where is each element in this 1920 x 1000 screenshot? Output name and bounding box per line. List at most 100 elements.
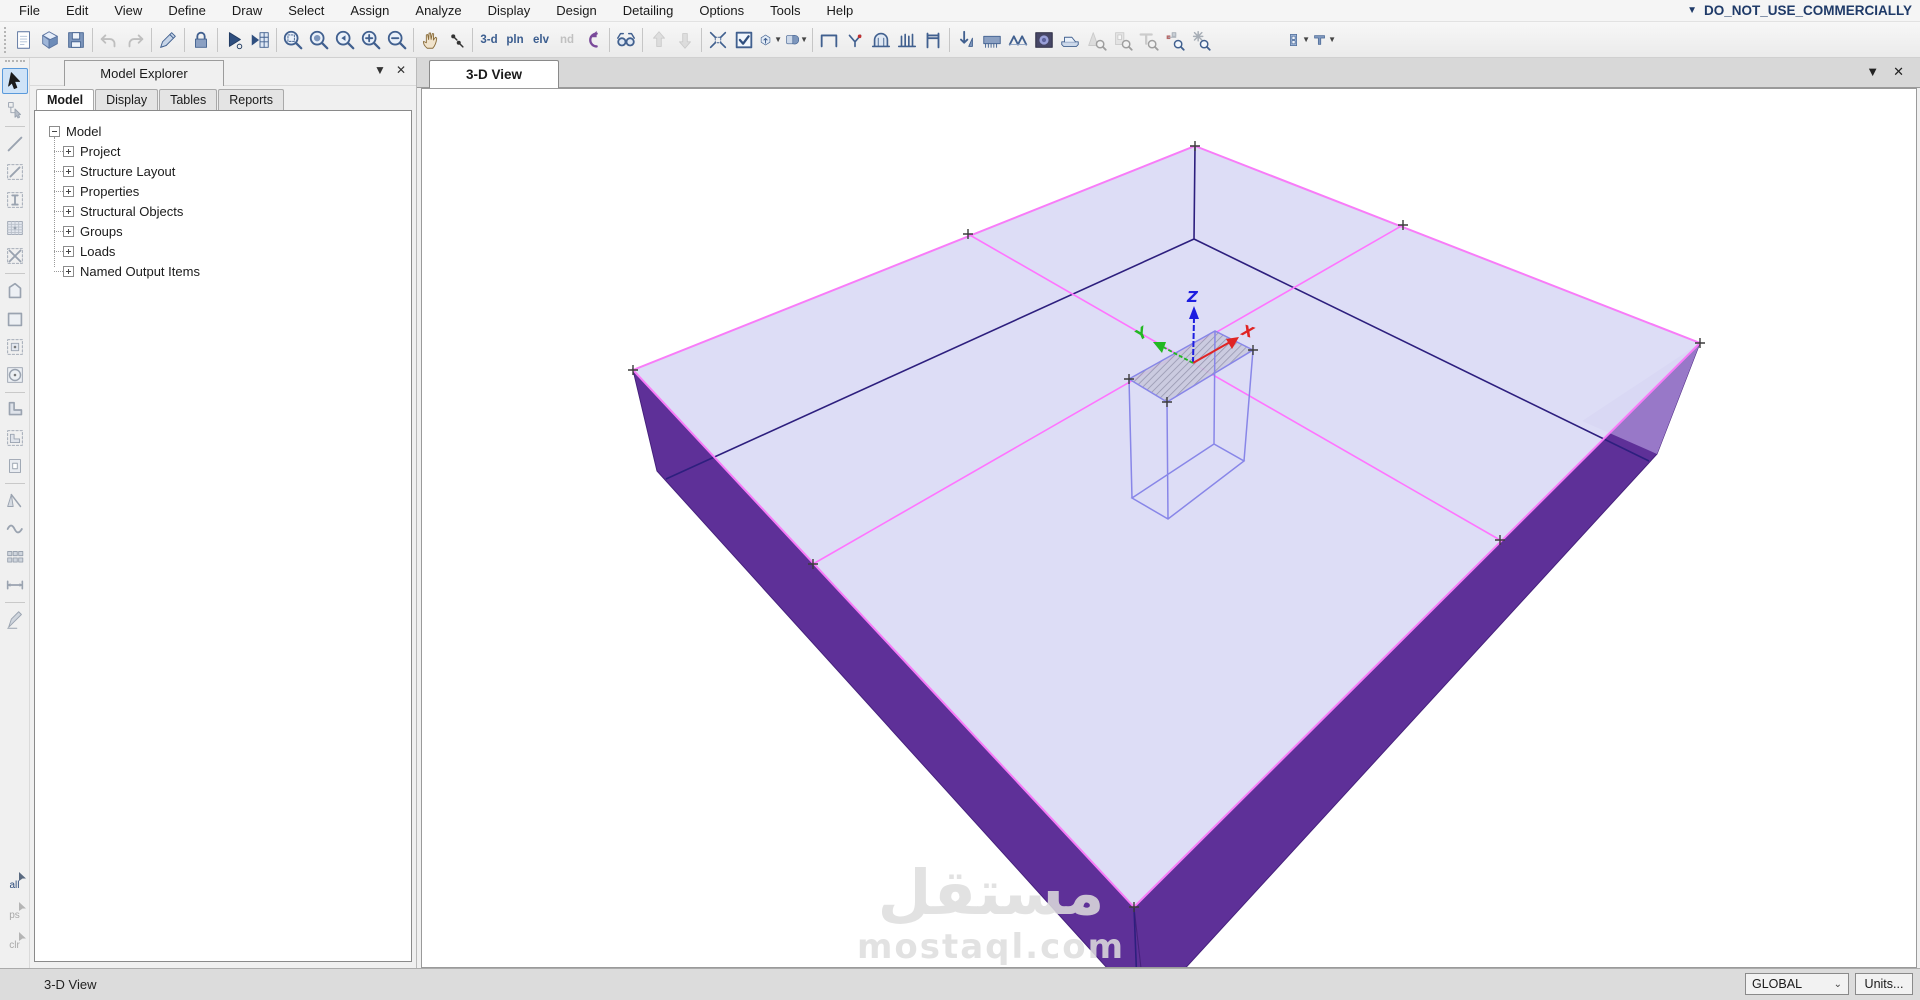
design-strip-layer-icon[interactable] [2,544,28,570]
tree-item-named-output-items[interactable]: Named Output Items [54,261,411,281]
quick-draw-line-icon[interactable] [2,159,28,185]
move-down-level-icon[interactable] [672,27,698,53]
run-analysis-icon[interactable] [221,27,247,53]
draw-tendon-icon[interactable] [2,488,28,514]
coordinate-system-select[interactable]: GLOBAL ⌄ [1745,973,1849,995]
pan-icon[interactable] [417,27,443,53]
object-view-options-icon[interactable]: ▼ [757,27,783,53]
draw-circular-area-icon[interactable] [2,362,28,388]
show-design-strips-icon[interactable] [979,27,1005,53]
zoom-in-icon[interactable] [358,27,384,53]
view-elevation-button[interactable]: elv [528,27,554,53]
object-shading-icon[interactable]: ▼ [783,27,809,53]
move-up-level-icon[interactable] [646,27,672,53]
find-joint-icon[interactable] [1161,27,1187,53]
show-punching-checks-icon[interactable] [894,27,920,53]
restore-full-view-icon[interactable] [306,27,332,53]
menu-analyze[interactable]: Analyze [402,0,474,21]
model-explorer-title-tab[interactable]: Model Explorer [64,60,224,86]
chevron-down-icon[interactable]: ▼ [1302,35,1310,44]
tree-item-structural-objects[interactable]: Structural Objects [54,201,411,221]
edit-pen-icon[interactable] [155,27,181,53]
expand-icon[interactable] [63,165,74,177]
draw-line-object-icon[interactable] [2,131,28,157]
panel-close-icon[interactable]: ✕ [396,63,406,77]
find-grid-intersection-icon[interactable] [1187,27,1213,53]
view-nd-button[interactable]: nd [554,27,580,53]
set-display-options-icon[interactable] [731,27,757,53]
shrink-objects-icon[interactable] [705,27,731,53]
view-plan-button[interactable]: pln [502,27,528,53]
find-design-strip-icon[interactable] [1135,27,1161,53]
save-model-icon[interactable] [63,27,89,53]
menu-draw[interactable]: Draw [219,0,275,21]
expand-icon[interactable] [63,265,74,277]
show-load-assigns-icon[interactable] [953,27,979,53]
quick-draw-area-icon[interactable] [2,334,28,360]
draw-curved-tendon-icon[interactable] [2,516,28,542]
menu-design[interactable]: Design [543,0,609,21]
menu-assign[interactable]: Assign [337,0,402,21]
menu-define[interactable]: Define [155,0,219,21]
find-tendon-icon[interactable] [1083,27,1109,53]
view-menu-icon[interactable]: ▼ [1866,64,1879,80]
explorer-tab-reports[interactable]: Reports [218,89,285,110]
undo-icon[interactable] [96,27,122,53]
column-view-options-icon[interactable]: ▼ [1285,27,1311,53]
rubber-band-zoom-icon[interactable] [280,27,306,53]
draw-frame-section-icon[interactable] [920,27,946,53]
quick-draw-beam-icon[interactable] [2,187,28,213]
show-strip-forces-icon[interactable] [868,27,894,53]
find-opening-icon[interactable] [1109,27,1135,53]
tree-root-model[interactable]: Model [49,121,411,141]
menu-options[interactable]: Options [686,0,757,21]
quick-draw-wall-icon[interactable] [2,425,28,451]
tree-item-structure-layout[interactable]: Structure Layout [54,161,411,181]
menu-view[interactable]: View [101,0,155,21]
draw-toolbar-grip[interactable] [4,60,25,65]
expand-icon[interactable] [63,185,74,197]
menu-file[interactable]: File [6,0,53,21]
view-close-icon[interactable]: ✕ [1893,64,1904,80]
lock-model-icon[interactable] [188,27,214,53]
draw-wall-icon[interactable] [2,397,28,423]
tab-3d-view[interactable]: 3-D View [429,60,559,88]
previous-zoom-icon[interactable] [332,27,358,53]
draw-point-support-icon[interactable] [842,27,868,53]
beam-view-options-icon[interactable]: ▼ [1311,27,1337,53]
redo-icon[interactable] [122,27,148,53]
object-visibility-icon[interactable] [613,27,639,53]
select-reshape-icon[interactable] [2,96,28,122]
chevron-down-icon[interactable]: ▼ [800,35,808,44]
expand-icon[interactable] [63,225,74,237]
rotate-3d-view-icon[interactable] [580,27,606,53]
select-all-button[interactable]: all [2,870,28,900]
explorer-tab-tables[interactable]: Tables [159,89,218,110]
explorer-tab-model[interactable]: Model [36,89,95,111]
draw-area-rect-icon[interactable] [2,306,28,332]
draw-dimension-line-icon[interactable] [2,572,28,598]
panel-menu-icon[interactable]: ▼ [374,63,386,77]
show-tendons-icon[interactable] [1005,27,1031,53]
snap-points-icon[interactable] [443,27,469,53]
draw-slab-rebar-icon[interactable] [2,607,28,633]
zoom-out-icon[interactable] [384,27,410,53]
tree-item-loads[interactable]: Loads [54,241,411,261]
chevron-down-icon[interactable]: ▼ [1328,35,1336,44]
menu-display[interactable]: Display [475,0,544,21]
units-button[interactable]: Units... [1855,973,1913,995]
tree-item-properties[interactable]: Properties [54,181,411,201]
explorer-tab-display[interactable]: Display [95,89,159,110]
collapse-icon[interactable] [49,125,60,137]
view-3d-button[interactable]: 3-d [476,27,502,53]
draw-wall-opening-icon[interactable] [2,453,28,479]
expand-icon[interactable] [63,245,74,257]
open-model-icon[interactable] [37,27,63,53]
menu-tools[interactable]: Tools [757,0,813,21]
quick-draw-brace-icon[interactable] [2,243,28,269]
show-deformed-shape-icon[interactable] [1031,27,1057,53]
select-pointer-icon[interactable] [1,68,28,94]
new-model-icon[interactable] [11,27,37,53]
menu-select[interactable]: Select [275,0,337,21]
draw-design-strip-icon[interactable] [2,215,28,241]
